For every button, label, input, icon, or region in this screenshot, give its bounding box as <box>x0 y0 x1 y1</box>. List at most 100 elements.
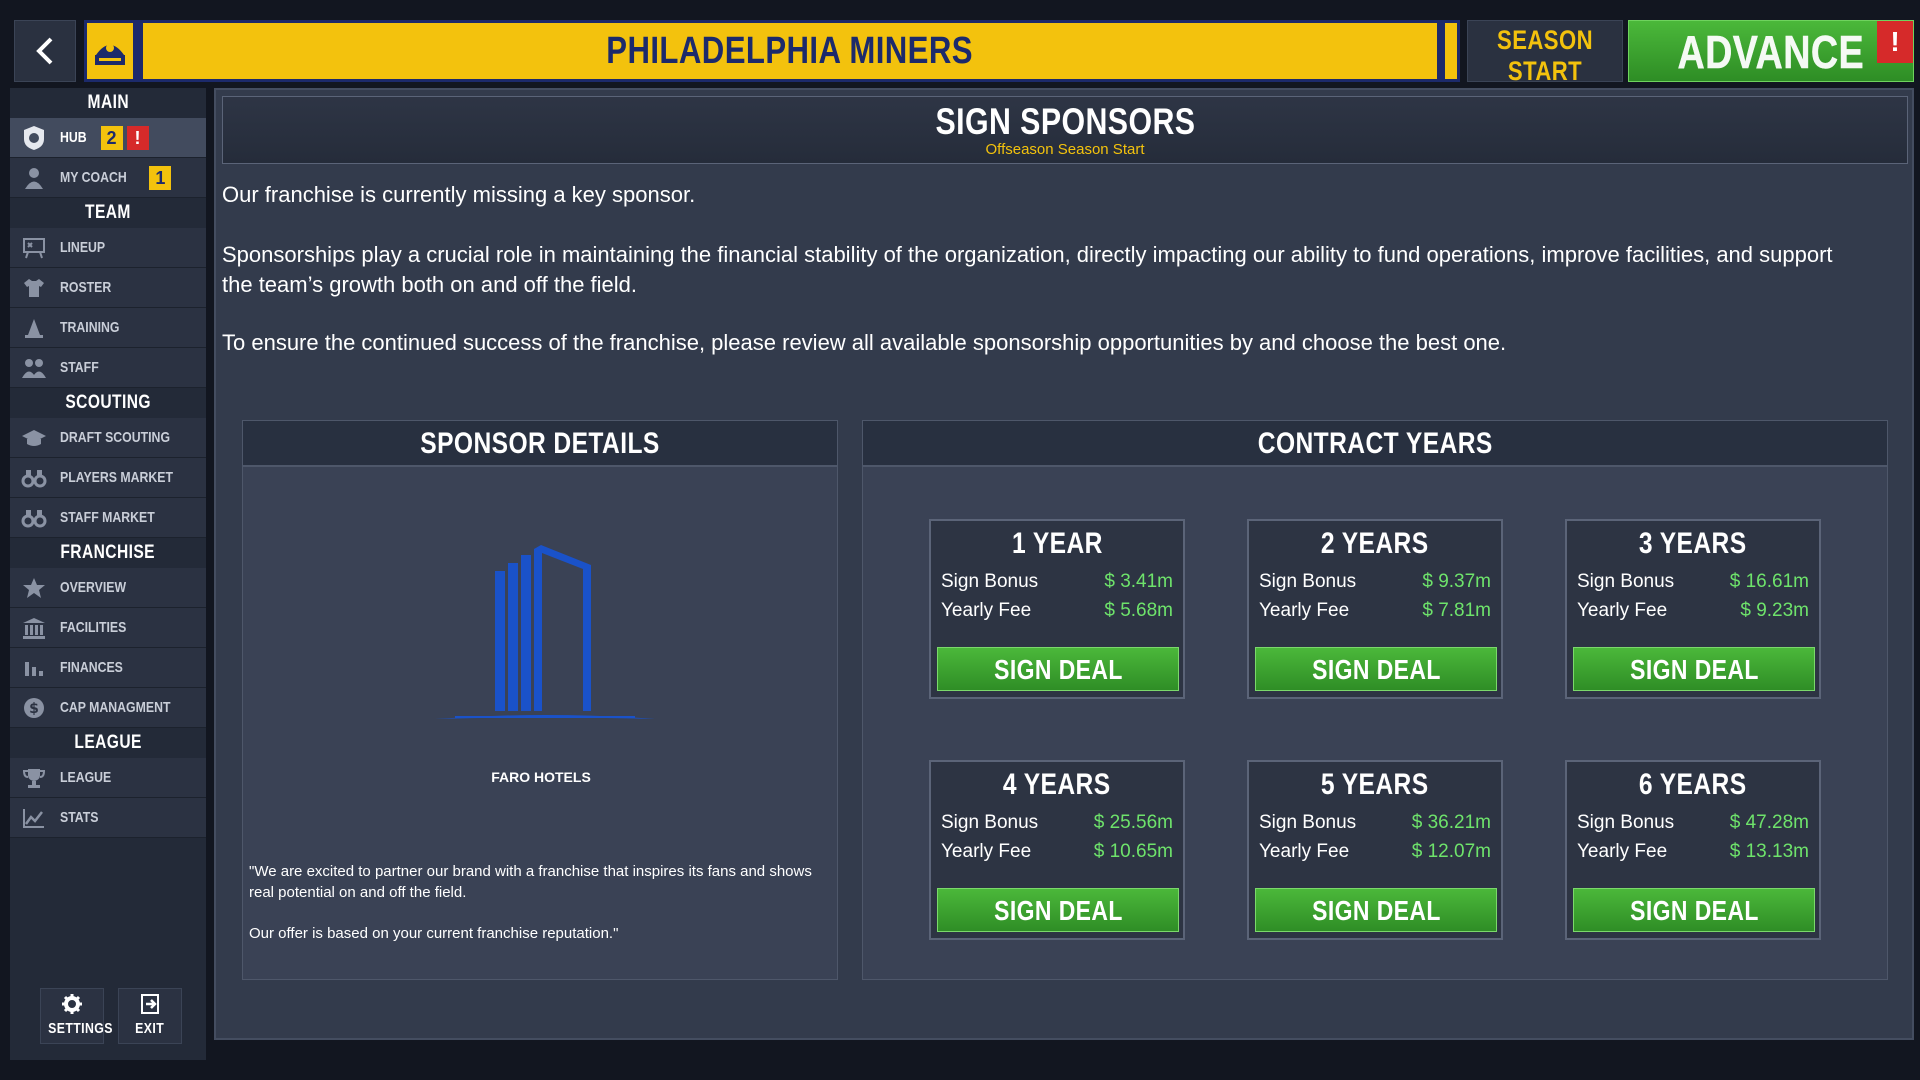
hub-alert-badge: ! <box>126 125 149 150</box>
sign-bonus-label: Sign Bonus <box>941 571 1039 592</box>
yearly-fee-label: Yearly Fee <box>1259 600 1350 621</box>
sign-deal-button[interactable]: SIGN DEAL <box>1573 647 1815 691</box>
yearly-fee-value: $ 10.65m <box>1093 841 1173 862</box>
sidebar-item-stats[interactable]: STATS <box>10 798 206 838</box>
contract-title: 1 YEAR <box>1011 527 1103 560</box>
yearly-fee-label: Yearly Fee <box>1577 600 1668 621</box>
exit-button[interactable]: EXIT <box>118 988 182 1044</box>
section-main: MAIN <box>87 92 129 113</box>
sidebar-item-draft-scouting[interactable]: DRAFT SCOUTING <box>10 418 206 458</box>
sidebar-item-hub[interactable]: HUB 2 ! <box>10 118 206 158</box>
binoculars-icon <box>16 463 52 493</box>
sponsor-panel-title: SPONSOR DETAILS <box>420 427 660 460</box>
instruction-paragraph: To ensure the continued success of the f… <box>222 330 1507 355</box>
contract-title: 4 YEARS <box>1003 768 1111 801</box>
sign-bonus-label: Sign Bonus <box>941 812 1039 833</box>
yearly-fee-value: $ 9.23m <box>1740 600 1809 621</box>
sidebar-item-cap-management[interactable]: $ CAP MANAGMENT <box>10 688 206 728</box>
advance-alert-badge: ! <box>1877 21 1913 63</box>
people-icon <box>16 353 52 383</box>
yearly-fee-label: Yearly Fee <box>1259 841 1350 862</box>
contract-card-4-years: 4 YEARS Sign Bonus $ 25.56m Yearly Fee $ 1… <box>929 760 1185 940</box>
contract-card-3-years: 3 YEARS Sign Bonus $ 16.61m Yearly Fee $ 9… <box>1565 519 1821 699</box>
sidebar-item-players-market[interactable]: PLAYERS MARKET <box>10 458 206 498</box>
section-scouting: SCOUTING <box>65 392 151 413</box>
season-indicator: SEASON START 2025 <box>1467 20 1623 102</box>
coach-icon <box>16 163 52 193</box>
section-league: LEAGUE <box>74 732 142 753</box>
main-panel: SIGN SPONSORS Offseason Season Start Our… <box>214 88 1914 1040</box>
sign-deal-button[interactable]: SIGN DEAL <box>937 888 1179 932</box>
grad-cap-icon <box>16 423 52 453</box>
yearly-fee-label: Yearly Fee <box>941 600 1032 621</box>
contract-title: 3 YEARS <box>1639 527 1747 560</box>
contract-card-1-year: 1 YEAR Sign Bonus $ 3.41m Yearly Fee $ 5.6… <box>929 519 1185 699</box>
jersey-icon <box>16 273 52 303</box>
sidebar-item-lineup[interactable]: LINEUP <box>10 228 206 268</box>
svg-text:$: $ <box>29 701 39 717</box>
page-subtitle: Offseason Season Start <box>985 141 1145 158</box>
yearly-fee-value: $ 13.13m <box>1729 841 1809 862</box>
trophy-icon <box>16 763 52 793</box>
sidebar-item-training[interactable]: TRAINING <box>10 308 206 348</box>
sponsor-quote-line-1: "We are excited to partner our brand wit… <box>249 863 812 901</box>
sign-bonus-value: $ 3.41m <box>1104 571 1173 592</box>
hub-count-badge: 2 <box>100 125 123 150</box>
sponsorship-paragraph: Sponsorships play a crucial role in main… <box>222 242 1833 297</box>
sidebar-item-overview[interactable]: OVERVIEW <box>10 568 206 608</box>
sidebar-item-roster[interactable]: ROSTER <box>10 268 206 308</box>
sidebar-item-finances[interactable]: FINANCES <box>10 648 206 688</box>
binoculars-icon <box>16 503 52 533</box>
sidebar-item-facilities[interactable]: FACILITIES <box>10 608 206 648</box>
hub-icon <box>16 123 52 153</box>
sponsor-details-panel: SPONSOR DETAILS FARO HOTELS "We are exci… <box>242 420 838 980</box>
sponsor-name: FARO HOTELS <box>491 769 591 785</box>
sign-bonus-value: $ 16.61m <box>1729 571 1809 592</box>
sidebar-item-staff[interactable]: STAFF <box>10 348 206 388</box>
sign-deal-button[interactable]: SIGN DEAL <box>1573 888 1815 932</box>
bar-chart-icon <box>16 653 52 683</box>
whiteboard-icon <box>16 233 52 263</box>
sidebar-item-league[interactable]: LEAGUE <box>10 758 206 798</box>
section-franchise: FRANCHISE <box>60 542 156 563</box>
sponsor-logo <box>435 541 655 746</box>
sign-deal-button[interactable]: SIGN DEAL <box>1255 647 1497 691</box>
sign-bonus-label: Sign Bonus <box>1259 812 1357 833</box>
chevron-left-icon <box>36 37 53 65</box>
yearly-fee-label: Yearly Fee <box>941 841 1032 862</box>
back-button[interactable] <box>14 20 76 82</box>
contract-years-panel: CONTRACT YEARS 1 YEAR Sign Bonus $ 3.41m … <box>862 420 1888 980</box>
contract-card-5-years: 5 YEARS Sign Bonus $ 36.21m Yearly Fee $ 1… <box>1247 760 1503 940</box>
sign-bonus-value: $ 36.21m <box>1411 812 1491 833</box>
sponsor-quote: "We are excited to partner our brand wit… <box>249 861 819 944</box>
sidebar-item-my-coach[interactable]: MY COACH 1 <box>10 158 206 198</box>
season-label: SEASON START <box>1497 25 1593 86</box>
sign-bonus-value: $ 25.56m <box>1093 812 1173 833</box>
contract-title: 5 YEARS <box>1321 768 1429 801</box>
sign-deal-button[interactable]: SIGN DEAL <box>1255 888 1497 932</box>
yearly-fee-value: $ 12.07m <box>1411 841 1491 862</box>
sidebar-item-staff-market[interactable]: STAFF MARKET <box>10 498 206 538</box>
advance-button[interactable]: ADVANCE ! <box>1628 20 1914 82</box>
dollar-icon: $ <box>16 693 52 723</box>
page-title: SIGN SPONSORS <box>935 101 1195 142</box>
sponsor-quote-line-2: Our offer is based on your current franc… <box>249 925 619 942</box>
stats-chart-icon <box>16 803 52 833</box>
sign-bonus-value: $ 47.28m <box>1729 812 1809 833</box>
sign-bonus-label: Sign Bonus <box>1577 812 1675 833</box>
intro-paragraph: Our franchise is currently missing a key… <box>222 182 696 207</box>
sign-bonus-label: Sign Bonus <box>1577 571 1675 592</box>
sign-deal-button[interactable]: SIGN DEAL <box>937 647 1179 691</box>
contract-card-6-years: 6 YEARS Sign Bonus $ 47.28m Yearly Fee $ 1… <box>1565 760 1821 940</box>
advance-label: ADVANCE <box>1677 26 1865 79</box>
exit-icon <box>141 994 159 1014</box>
settings-button[interactable]: SETTINGS <box>40 988 112 1044</box>
section-team: TEAM <box>85 202 131 223</box>
sign-bonus-value: $ 9.37m <box>1422 571 1491 592</box>
yearly-fee-label: Yearly Fee <box>1577 841 1668 862</box>
cone-icon <box>16 313 52 343</box>
team-name: PHILADELPHIA MINERS <box>606 29 974 72</box>
banner-stripe <box>1437 23 1445 79</box>
contract-title: 6 YEARS <box>1639 768 1747 801</box>
building-icon <box>16 613 52 643</box>
